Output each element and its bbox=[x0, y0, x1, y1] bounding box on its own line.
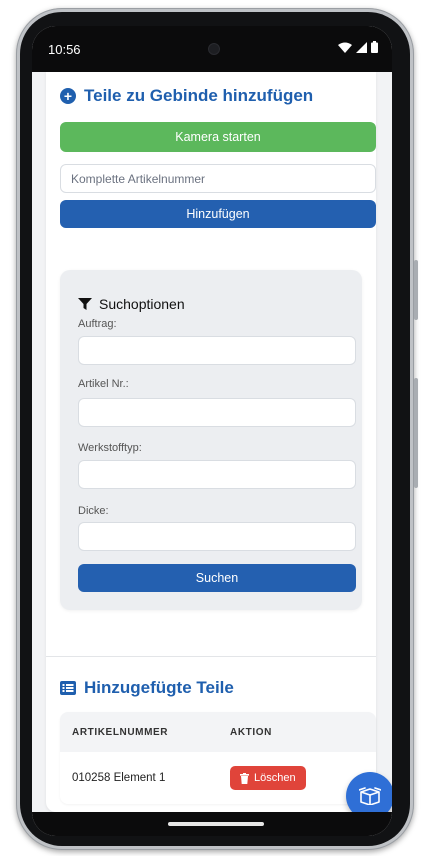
battery-icon bbox=[371, 41, 378, 53]
table-row: 010258 Element 1 Löschen bbox=[60, 752, 376, 804]
added-parts-title-text: Hinzugefügte Teile bbox=[84, 678, 234, 697]
start-camera-button[interactable]: Kamera starten bbox=[60, 122, 376, 152]
search-options-title-text: Suchoptionen bbox=[99, 296, 185, 312]
auftrag-input[interactable] bbox=[78, 336, 356, 365]
column-header-aktion: AKTION bbox=[230, 726, 272, 738]
home-indicator[interactable] bbox=[168, 822, 264, 826]
field-label-artikel-nr: Artikel Nr.: bbox=[78, 378, 129, 390]
list-icon bbox=[60, 681, 76, 695]
box-fab-button[interactable] bbox=[346, 772, 392, 812]
dicke-input[interactable] bbox=[78, 522, 356, 551]
column-header-artikelnummer: ARTIKELNUMMER bbox=[72, 726, 169, 738]
search-options-title: Suchoptionen bbox=[78, 296, 185, 312]
plus-circle-icon: + bbox=[60, 88, 76, 104]
artikel-nr-input[interactable] bbox=[78, 398, 356, 427]
content-card: + Teile zu Gebinde hinzufügen Kamera sta… bbox=[46, 72, 392, 812]
system-icons bbox=[338, 41, 378, 53]
delete-button[interactable]: Löschen bbox=[230, 766, 306, 790]
add-section-title-text: Teile zu Gebinde hinzufügen bbox=[84, 86, 314, 105]
field-label-auftrag: Auftrag: bbox=[78, 318, 117, 330]
add-section-title: + Teile zu Gebinde hinzufügen bbox=[60, 86, 313, 106]
wifi-icon bbox=[338, 42, 352, 53]
added-parts-title: Hinzugefügte Teile bbox=[60, 678, 234, 698]
cell-article: 010258 Element 1 bbox=[72, 772, 166, 784]
delete-button-label: Löschen bbox=[254, 772, 296, 784]
status-bar: 10:56 bbox=[32, 26, 392, 72]
add-part-button[interactable]: Hinzufügen bbox=[60, 200, 376, 228]
trash-icon bbox=[240, 772, 249, 784]
added-parts-table: ARTIKELNUMMER AKTION 010258 Element 1 Lö… bbox=[60, 712, 376, 804]
signal-icon bbox=[356, 41, 367, 53]
front-camera bbox=[208, 43, 220, 55]
field-label-werkstofftyp: Werkstofftyp: bbox=[78, 442, 142, 454]
main-content: + Teile zu Gebinde hinzufügen Kamera sta… bbox=[32, 72, 392, 812]
status-time: 10:56 bbox=[48, 41, 81, 57]
power-button bbox=[414, 260, 418, 320]
filter-icon bbox=[78, 298, 92, 310]
table-header: ARTIKELNUMMER AKTION bbox=[60, 712, 376, 752]
field-label-dicke: Dicke: bbox=[78, 505, 109, 517]
section-divider bbox=[46, 656, 376, 657]
search-button[interactable]: Suchen bbox=[78, 564, 356, 592]
volume-button bbox=[414, 378, 418, 488]
article-number-input[interactable] bbox=[60, 164, 376, 193]
box-icon bbox=[359, 787, 381, 805]
werkstofftyp-input[interactable] bbox=[78, 460, 356, 489]
phone-screen: 10:56 + Teile zu Gebinde hinzufügen Kame… bbox=[32, 26, 392, 836]
search-options-panel: Suchoptionen Auftrag: Artikel Nr.: Werks… bbox=[60, 270, 362, 610]
navigation-bar bbox=[32, 812, 392, 836]
